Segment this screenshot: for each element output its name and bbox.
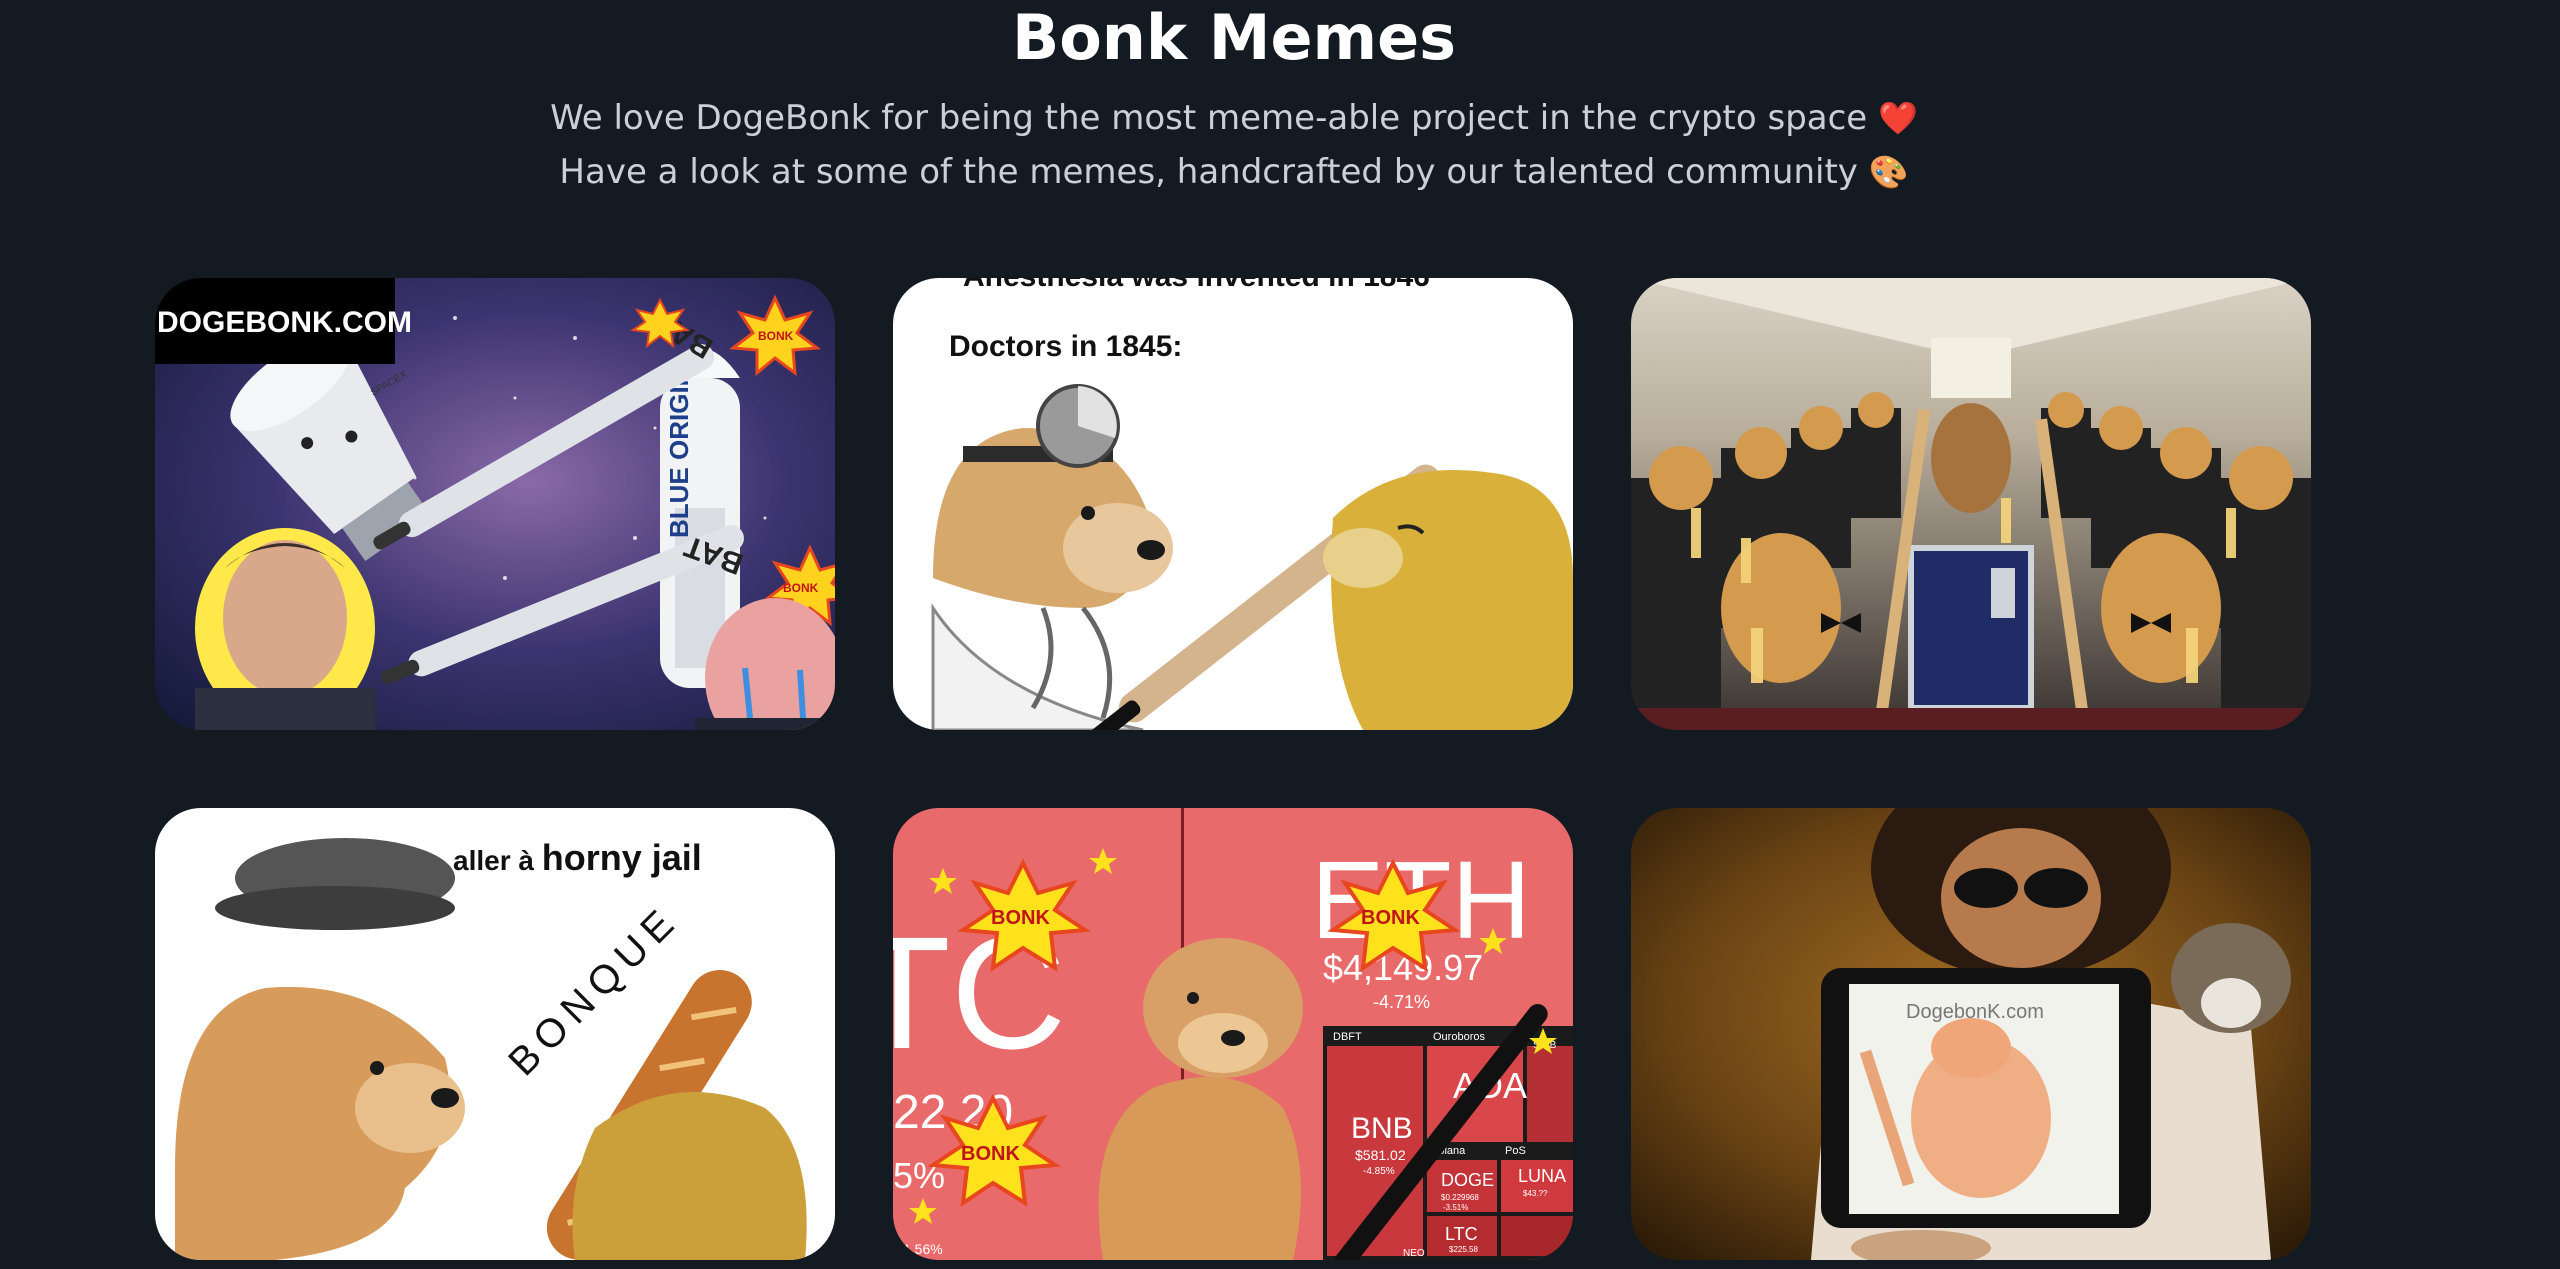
- meme-image-space-bonk: SPACEX BLUE ORIGIN BAT BAT BONK BONK DOG…: [155, 278, 835, 730]
- meme-card-airplane-doges[interactable]: [1631, 278, 2311, 730]
- svg-text:PoS: PoS: [1505, 1145, 1526, 1157]
- svg-text:Anesthesia was invented in 184: Anesthesia was invented in 1846: [963, 278, 1430, 293]
- page-subtitle-line-1: We love DogeBonk for being the most meme…: [0, 96, 2468, 140]
- meme-image-tablet-photo: DogebonK.com: [1631, 808, 2311, 1260]
- meme-card-tablet-photo[interactable]: DogebonK.com: [1631, 808, 2311, 1260]
- meme-card-doctors-1845[interactable]: Anesthesia was invented in 1846 Doctors …: [893, 278, 1573, 730]
- svg-text:BONK: BONK: [991, 907, 1050, 929]
- svg-text:-4.71%: -4.71%: [1373, 992, 1430, 1012]
- svg-text:$43.??: $43.??: [1523, 1189, 1548, 1198]
- subtitle-text-2: Have a look at some of the memes, handcr…: [559, 152, 1858, 192]
- cat: [2171, 923, 2291, 1033]
- meme-image-doctors-1845: Anesthesia was invented in 1846 Doctors …: [893, 278, 1573, 730]
- svg-text:DBFT: DBFT: [1333, 1031, 1362, 1043]
- svg-text:$225.58: $225.58: [1449, 1245, 1478, 1254]
- meme-image-crypto-bonk: TC 22.20 5% 1.56% ETH $4,149.97 -4.71% D…: [893, 808, 1573, 1260]
- svg-text:-3.51%: -3.51%: [1443, 1203, 1468, 1212]
- palette-icon: 🎨: [1868, 153, 1909, 191]
- svg-text:BONK: BONK: [758, 329, 794, 343]
- elon-figure: [195, 528, 375, 730]
- svg-text:NEO: NEO: [1403, 1248, 1425, 1259]
- svg-text:BNB: BNB: [1351, 1112, 1413, 1145]
- svg-text:-4.85%: -4.85%: [1363, 1166, 1395, 1177]
- svg-text:1.56%: 1.56%: [903, 1241, 943, 1257]
- heart-icon: ❤️: [1878, 99, 1918, 137]
- meme-watermark: DOGEBONK.COM: [157, 306, 412, 339]
- page-subtitle-line-2: Have a look at some of the memes, handcr…: [0, 150, 2468, 194]
- svg-text:$581.02: $581.02: [1355, 1147, 1406, 1163]
- svg-text:BLUE ORIGIN: BLUE ORIGIN: [664, 368, 694, 538]
- subtitle-text-1: We love DogeBonk for being the most meme…: [550, 98, 1868, 138]
- cheems-doge: [1323, 470, 1573, 730]
- meme-card-space-bonk[interactable]: SPACEX BLUE ORIGIN BAT BAT BONK BONK DOG…: [155, 278, 835, 730]
- meme-image-horny-jail: aller à horny jail BONQUE: [155, 808, 835, 1260]
- svg-text:BONK: BONK: [783, 581, 819, 595]
- page-title: Bonk Memes: [1011, 1, 1457, 74]
- svg-text:DOGE: DOGE: [1441, 1170, 1494, 1190]
- service-cart: [1908, 545, 2034, 711]
- meme-image-airplane-doges: [1631, 278, 2311, 730]
- tablet-text: DogebonK.com: [1906, 1001, 2044, 1023]
- svg-text:LTC: LTC: [1445, 1224, 1478, 1244]
- svg-text:BONK: BONK: [961, 1143, 1020, 1165]
- svg-text:$0.229968: $0.229968: [1441, 1193, 1479, 1202]
- meme-card-crypto-bonk[interactable]: TC 22.20 5% 1.56% ETH $4,149.97 -4.71% D…: [893, 808, 1573, 1260]
- meme-card-horny-jail[interactable]: aller à horny jail BONQUE: [155, 808, 835, 1260]
- svg-text:Ouroboros: Ouroboros: [1433, 1031, 1485, 1043]
- svg-text:BONK: BONK: [1361, 907, 1420, 929]
- svg-text:Doctors in 1845:: Doctors in 1845:: [949, 330, 1182, 363]
- svg-text:LUNA: LUNA: [1518, 1166, 1566, 1186]
